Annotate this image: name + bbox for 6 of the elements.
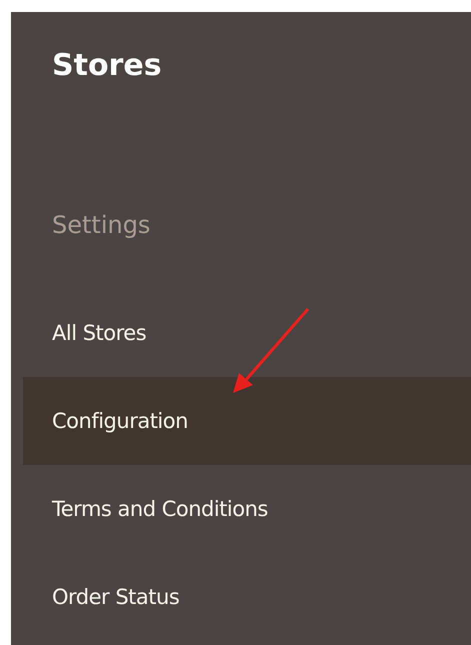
section-heading: Settings	[51, 210, 152, 241]
menu-item[interactable]: Order Status	[23, 553, 471, 641]
menu-item[interactable]: Terms and Conditions	[23, 465, 471, 553]
menu-title: Stores	[51, 47, 163, 84]
menu-item[interactable]: Configuration	[23, 377, 471, 465]
menu-item[interactable]: All Stores	[23, 289, 471, 377]
